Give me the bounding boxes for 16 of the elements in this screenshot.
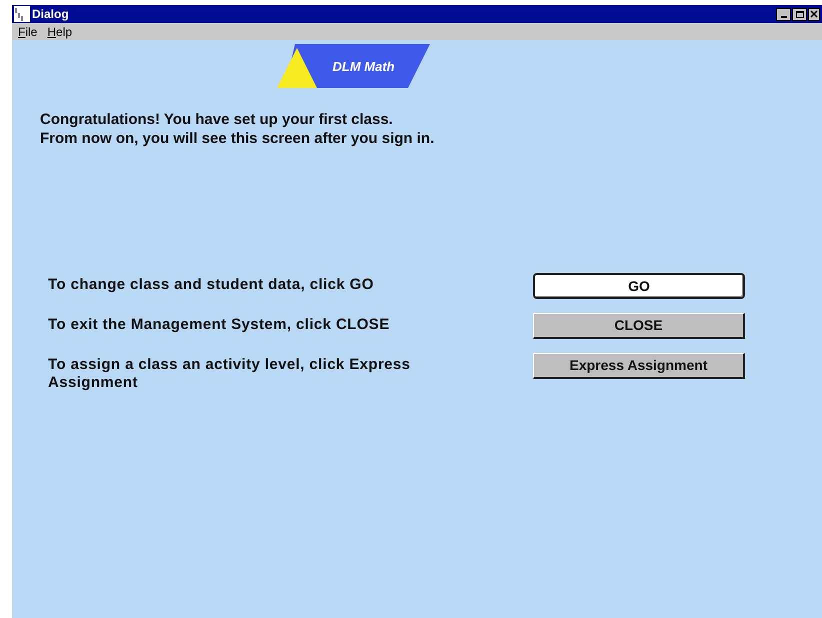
close-button[interactable] [808,8,820,20]
logo-text: DLM Math [332,58,395,76]
instruction-text: To exit the Management System, click CLOSE [48,315,391,334]
action-button[interactable]: GO [533,273,745,299]
instruction-text: To change class and student data, click GO [48,275,375,294]
action-button[interactable]: CLOSE [533,313,745,339]
intro-text: Congratulations! You have set up your first class. [40,110,394,129]
menu-item[interactable]: Help [47,22,72,40]
action-button[interactable]: Express Assignment [533,353,745,379]
menu-item[interactable]: File [18,22,38,40]
window-title: Dialog [32,6,69,23]
instruction-text: To assign a class an activity level, click Express Assignment [48,355,412,392]
intro-text: From now on, you will see this screen after you sign in. [40,129,436,148]
app-icon [14,6,30,22]
minimize-button[interactable] [776,8,791,20]
maximize-button[interactable] [792,8,807,20]
